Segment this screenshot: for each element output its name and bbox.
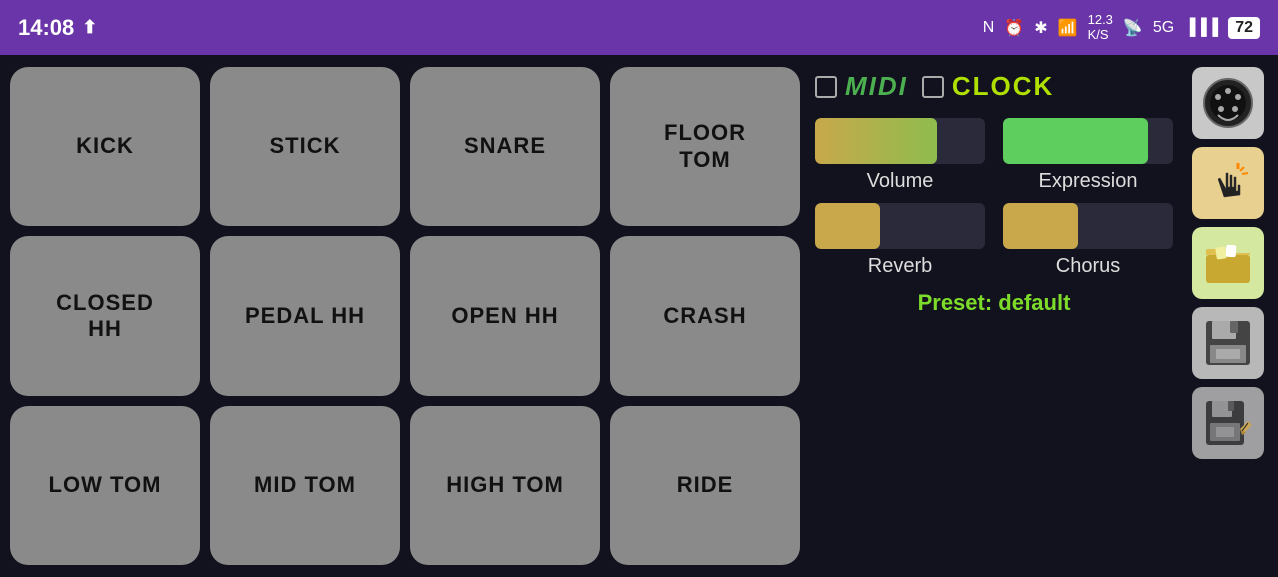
signal-bars: ▐▐▐ [1184, 19, 1218, 37]
pad-open-hh[interactable]: OPEN HH [410, 236, 600, 395]
pad-floor-tom[interactable]: FLOORTOM [610, 67, 800, 226]
pad-crash[interactable]: CRASH [610, 236, 800, 395]
pad-closed-hh[interactable]: CLOSEDHH [10, 236, 200, 395]
reverb-bar-fill [815, 203, 880, 249]
pointer-button[interactable] [1192, 147, 1264, 219]
midi-clock-row: MIDI CLOCK [815, 67, 1173, 106]
midi-checkbox[interactable] [815, 76, 837, 98]
chorus-slider[interactable] [1003, 203, 1173, 249]
battery-indicator: 72 [1228, 17, 1260, 39]
status-bar: 14:08 ⬆ N ⏰ ✱ 📶 12.3K/S 📡 5G ▐▐▐ 72 [0, 0, 1278, 55]
preset-label: Preset: default [918, 290, 1071, 315]
volume-slider[interactable] [815, 118, 985, 164]
expression-bar-fill [1003, 118, 1148, 164]
controls-panel: MIDI CLOCK Volume Expression [810, 67, 1178, 565]
upload-icon: ⬆ [82, 17, 97, 38]
midi-checkbox-group: MIDI [815, 71, 908, 102]
pad-pedal-hh[interactable]: PEDAL HH [210, 236, 400, 395]
top-sliders-row: Volume Expression [815, 118, 1173, 193]
pad-ride[interactable]: RIDE [610, 406, 800, 565]
expression-slider[interactable] [1003, 118, 1173, 164]
clock-label: CLOCK [952, 71, 1054, 102]
preset-row: Preset: default [815, 290, 1173, 316]
midi-connector-icon [1202, 77, 1254, 129]
folder-icon [1202, 237, 1254, 289]
pad-mid-tom[interactable]: MID TOM [210, 406, 400, 565]
clock-checkbox[interactable] [922, 76, 944, 98]
icons-panel [1188, 67, 1268, 565]
pad-low-tom[interactable]: LOW TOM [10, 406, 200, 565]
expression-label: Expression [1039, 170, 1138, 193]
pad-snare[interactable]: SNARE [410, 67, 600, 226]
status-time: 14:08 ⬆ [18, 15, 97, 41]
pads-grid: KICK STICK SNARE FLOORTOM CLOSEDHH PEDAL… [10, 67, 800, 565]
volume-slider-group: Volume [815, 118, 985, 193]
alarm-icon: ⏰ [1004, 18, 1024, 38]
save-button[interactable] [1192, 307, 1264, 379]
chorus-label: Chorus [1056, 255, 1120, 278]
pad-kick[interactable]: KICK [10, 67, 200, 226]
pad-stick[interactable]: STICK [210, 67, 400, 226]
midi-label: MIDI [845, 71, 908, 102]
volume-label: Volume [867, 170, 934, 193]
bottom-sliders-row: Reverb Chorus [815, 203, 1173, 278]
floppy-disk-icon [1202, 317, 1254, 369]
chorus-bar-fill [1003, 203, 1078, 249]
pad-high-tom[interactable]: HIGH TOM [410, 406, 600, 565]
bluetooth-icon: ✱ [1034, 18, 1047, 38]
status-right: N ⏰ ✱ 📶 12.3K/S 📡 5G ▐▐▐ 72 [983, 13, 1260, 42]
reverb-slider[interactable] [815, 203, 985, 249]
main-content: KICK STICK SNARE FLOORTOM CLOSEDHH PEDAL… [0, 55, 1278, 577]
open-folder-button[interactable] [1192, 227, 1264, 299]
volume-bar-fill [815, 118, 937, 164]
save-as-button[interactable] [1192, 387, 1264, 459]
wifi-icon: 📡 [1123, 18, 1143, 38]
reverb-label: Reverb [868, 255, 932, 278]
floppy-pen-icon [1202, 397, 1254, 449]
signal-icon: 📶 [1058, 18, 1078, 38]
midi-connector-button[interactable] [1192, 67, 1264, 139]
reverb-slider-group: Reverb [815, 203, 985, 278]
expression-slider-group: Expression [1003, 118, 1173, 193]
network-icon: 5G [1153, 19, 1174, 37]
clock-checkbox-group: CLOCK [922, 71, 1054, 102]
nfc-icon: N [983, 19, 995, 37]
chorus-slider-group: Chorus [1003, 203, 1173, 278]
speed-display: 12.3K/S [1088, 13, 1113, 42]
time-display: 14:08 [18, 15, 74, 41]
pointer-icon [1204, 159, 1252, 207]
